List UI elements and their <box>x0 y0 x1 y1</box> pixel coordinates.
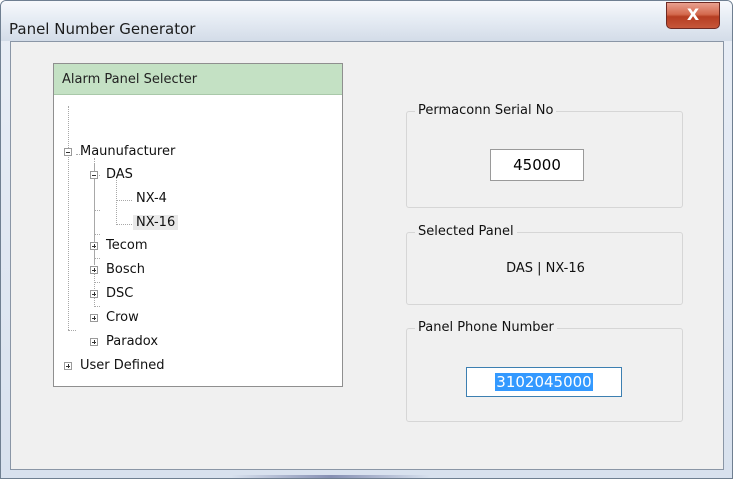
expand-icon[interactable] <box>90 314 98 322</box>
phone-number-selected-text: 3102045000 <box>495 373 593 391</box>
dialog-window: Panel Number Generator X Alarm Panel Sel… <box>0 0 733 479</box>
close-icon: X <box>686 5 700 24</box>
selected-panel-group: Selected Panel DAS | NX-16 <box>406 224 683 305</box>
tree-node-nx-16[interactable]: NX-16 <box>133 215 179 230</box>
tree-node-tecom[interactable]: Tecom <box>106 238 148 253</box>
tree-line <box>116 177 117 225</box>
expand-icon[interactable] <box>64 362 72 370</box>
selected-panel-value: DAS | NX-16 <box>506 261 585 276</box>
tree-line <box>94 163 95 305</box>
tree-node-das[interactable]: DAS <box>106 167 133 182</box>
tree-node-nx-4[interactable]: NX-4 <box>136 191 167 206</box>
taskbar-glow <box>231 475 431 478</box>
tree-line <box>116 200 132 201</box>
title-bar[interactable]: Panel Number Generator X <box>1 1 732 41</box>
expand-icon[interactable] <box>90 266 98 274</box>
window-title: Panel Number Generator <box>9 20 196 38</box>
tree-node-paradox[interactable]: Paradox <box>106 334 158 349</box>
serial-label: Permaconn Serial No <box>415 103 557 118</box>
tree-header-label: Alarm Panel Selecter <box>62 72 198 87</box>
collapse-icon[interactable] <box>64 148 72 156</box>
close-button[interactable]: X <box>666 2 720 29</box>
tree-line <box>68 330 76 331</box>
tree-line <box>116 224 132 225</box>
tree-node-dsc[interactable]: DSC <box>106 286 133 301</box>
tree-node-user-defined[interactable]: User Defined <box>80 358 164 373</box>
phone-label: Panel Phone Number <box>415 320 557 335</box>
tree-line <box>94 306 100 307</box>
tree-node-crow[interactable]: Crow <box>106 310 139 325</box>
tree-node-maunufacturer[interactable]: Maunufacturer <box>80 144 175 159</box>
selected-panel-label: Selected Panel <box>415 224 517 239</box>
alarm-panel-tree[interactable]: Alarm Panel Selecter Maunufacturer DAS N… <box>53 63 343 387</box>
expand-icon[interactable] <box>90 290 98 298</box>
serial-group: Permaconn Serial No 45000 <box>406 103 683 208</box>
phone-group: Panel Phone Number 3102045000 <box>406 320 683 422</box>
tree-line <box>68 106 69 330</box>
collapse-icon[interactable] <box>90 171 98 179</box>
serial-number-input[interactable]: 45000 <box>490 149 584 181</box>
expand-icon[interactable] <box>90 338 98 346</box>
expand-icon[interactable] <box>90 242 98 250</box>
phone-number-input[interactable]: 3102045000 <box>466 367 622 397</box>
tree-header: Alarm Panel Selecter <box>54 64 342 95</box>
tree-node-bosch[interactable]: Bosch <box>106 262 145 277</box>
